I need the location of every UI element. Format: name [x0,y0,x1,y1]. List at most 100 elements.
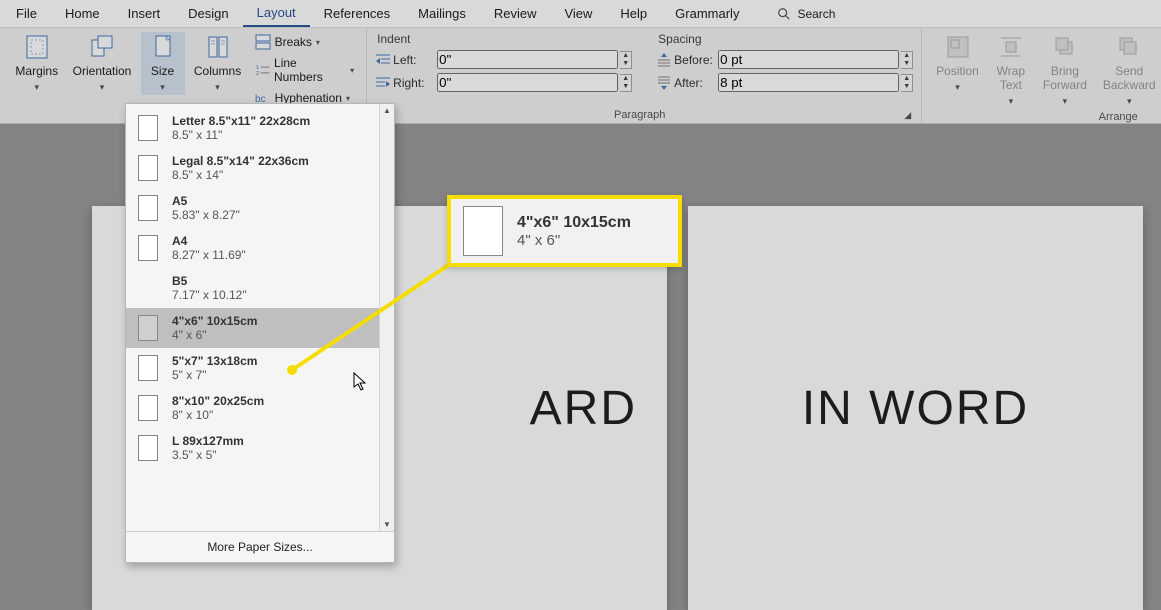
wrap-text-label: Wrap Text [997,64,1025,92]
size-label: Size [151,64,174,78]
indent-left-spinner[interactable]: ▲▼ [620,51,632,69]
size-option-subtitle: 4" x 6" [172,328,257,342]
position-button: Position ▾ [930,32,985,95]
tab-grammarly[interactable]: Grammarly [661,1,753,26]
page-2-text: IN WORD [802,381,1029,436]
breaks-button[interactable]: Breaks▾ [251,32,359,52]
size-option-title: A5 [172,194,240,208]
spacing-before-label: Before: [674,53,716,67]
position-icon [945,34,971,60]
line-numbers-icon: 12 [255,62,270,78]
size-option-title: A4 [172,234,246,248]
size-option-6[interactable]: 5"x7" 13x18cm5" x 7" [126,348,379,388]
position-label: Position [936,64,979,78]
size-dropdown-scrollbar[interactable]: ▲ ▼ [379,104,394,531]
search-label: Search [797,7,835,21]
indent-right-spinner[interactable]: ▲▼ [620,74,632,92]
page-size-icon [138,435,158,461]
spacing-after-label: After: [674,76,716,90]
chevron-down-icon: ▾ [1009,96,1014,107]
paragraph-group-label: Paragraph [375,107,904,121]
size-option-2[interactable]: A55.83" x 8.27" [126,188,379,228]
more-paper-sizes[interactable]: More Paper Sizes... [126,531,394,562]
tab-references[interactable]: References [310,1,404,26]
tab-home[interactable]: Home [51,1,114,26]
send-backward-label: Send Backward [1103,64,1156,92]
size-option-subtitle: 8" x 10" [172,408,264,422]
bring-forward-button: Bring Forward ▾ [1037,32,1093,109]
chevron-down-icon: ▾ [215,82,220,93]
page-size-icon [138,235,158,261]
size-option-0[interactable]: Letter 8.5"x11" 22x28cm8.5" x 11" [126,108,379,148]
page-1-text: ARD [530,381,637,436]
indent-left-input[interactable] [437,50,618,69]
chevron-down-icon: ▾ [1063,96,1068,107]
page-size-icon [138,395,158,421]
columns-icon [205,34,231,60]
scroll-down-icon[interactable]: ▼ [383,520,391,529]
size-option-subtitle: 3.5" x 5" [172,448,244,462]
callout-anchor-dot [287,365,297,375]
size-button[interactable]: Size ▾ [141,32,185,95]
orientation-icon [89,34,115,60]
size-option-title: Letter 8.5"x11" 22x28cm [172,114,310,128]
size-option-3[interactable]: A48.27" x 11.69" [126,228,379,268]
spacing-after-input[interactable] [718,73,899,92]
tell-me-search[interactable]: Search [777,7,835,21]
callout-subtitle: 4" x 6" [517,232,631,249]
tab-layout[interactable]: Layout [243,0,310,27]
group-paragraph: Indent Left: ▲▼ Right: ▲▼ Spacing [367,28,922,123]
size-option-4[interactable]: B57.17" x 10.12" [126,268,379,308]
tab-file[interactable]: File [2,1,51,26]
document-page-2[interactable]: IN WORD [688,206,1143,610]
size-option-5[interactable]: 4"x6" 10x15cm4" x 6" [126,308,379,348]
spacing-heading: Spacing [656,32,913,46]
margins-label: Margins [15,64,58,78]
size-option-subtitle: 8.5" x 14" [172,168,309,182]
size-option-8[interactable]: L 89x127mm3.5" x 5" [126,428,379,468]
tab-design[interactable]: Design [174,1,242,26]
tab-help[interactable]: Help [606,1,661,26]
send-backward-icon [1116,34,1142,60]
spacing-after-spinner[interactable]: ▲▼ [901,74,913,92]
size-dropdown: Letter 8.5"x11" 22x28cm8.5" x 11"Legal 8… [125,103,395,563]
chevron-down-icon: ▾ [34,82,39,93]
size-option-subtitle: 7.17" x 10.12" [172,288,247,302]
size-option-title: 5"x7" 13x18cm [172,354,257,368]
tab-review[interactable]: Review [480,1,551,26]
size-option-title: B5 [172,274,247,288]
line-numbers-label: Line Numbers [274,56,346,84]
indent-heading: Indent [375,32,632,46]
tab-insert[interactable]: Insert [114,1,175,26]
chevron-down-icon: ▾ [160,82,165,93]
orientation-button[interactable]: Orientation ▾ [67,32,136,95]
search-icon [777,7,791,21]
paragraph-dialog-launcher[interactable]: ◢ [904,110,911,121]
page-size-icon [138,355,158,381]
indent-left-icon [375,52,391,68]
size-option-7[interactable]: 8"x10" 20x25cm8" x 10" [126,388,379,428]
breaks-icon [255,34,271,50]
tab-mailings[interactable]: Mailings [404,1,480,26]
menu-bar: File Home Insert Design Layout Reference… [0,0,1161,28]
indent-right-input[interactable] [437,73,618,92]
margins-button[interactable]: Margins ▾ [10,32,63,95]
size-option-title: 4"x6" 10x15cm [172,314,257,328]
size-option-1[interactable]: Legal 8.5"x14" 22x36cm8.5" x 14" [126,148,379,188]
scroll-up-icon[interactable]: ▲ [383,106,391,115]
tab-view[interactable]: View [550,1,606,26]
line-numbers-button[interactable]: 12 Line Numbers▾ [251,54,359,86]
chevron-down-icon: ▾ [955,82,960,93]
columns-button[interactable]: Columns ▾ [189,32,247,95]
size-option-title: L 89x127mm [172,434,244,448]
size-option-title: 8"x10" 20x25cm [172,394,264,408]
wrap-text-button: Wrap Text ▾ [989,32,1033,109]
chevron-down-icon: ▾ [100,82,105,93]
page-size-icon [138,115,158,141]
chevron-down-icon: ▾ [1127,96,1132,107]
size-icon [150,34,176,60]
spacing-before-spinner[interactable]: ▲▼ [901,51,913,69]
spacing-after-icon [656,75,672,91]
spacing-before-input[interactable] [718,50,899,69]
size-option-subtitle: 8.5" x 11" [172,128,310,142]
